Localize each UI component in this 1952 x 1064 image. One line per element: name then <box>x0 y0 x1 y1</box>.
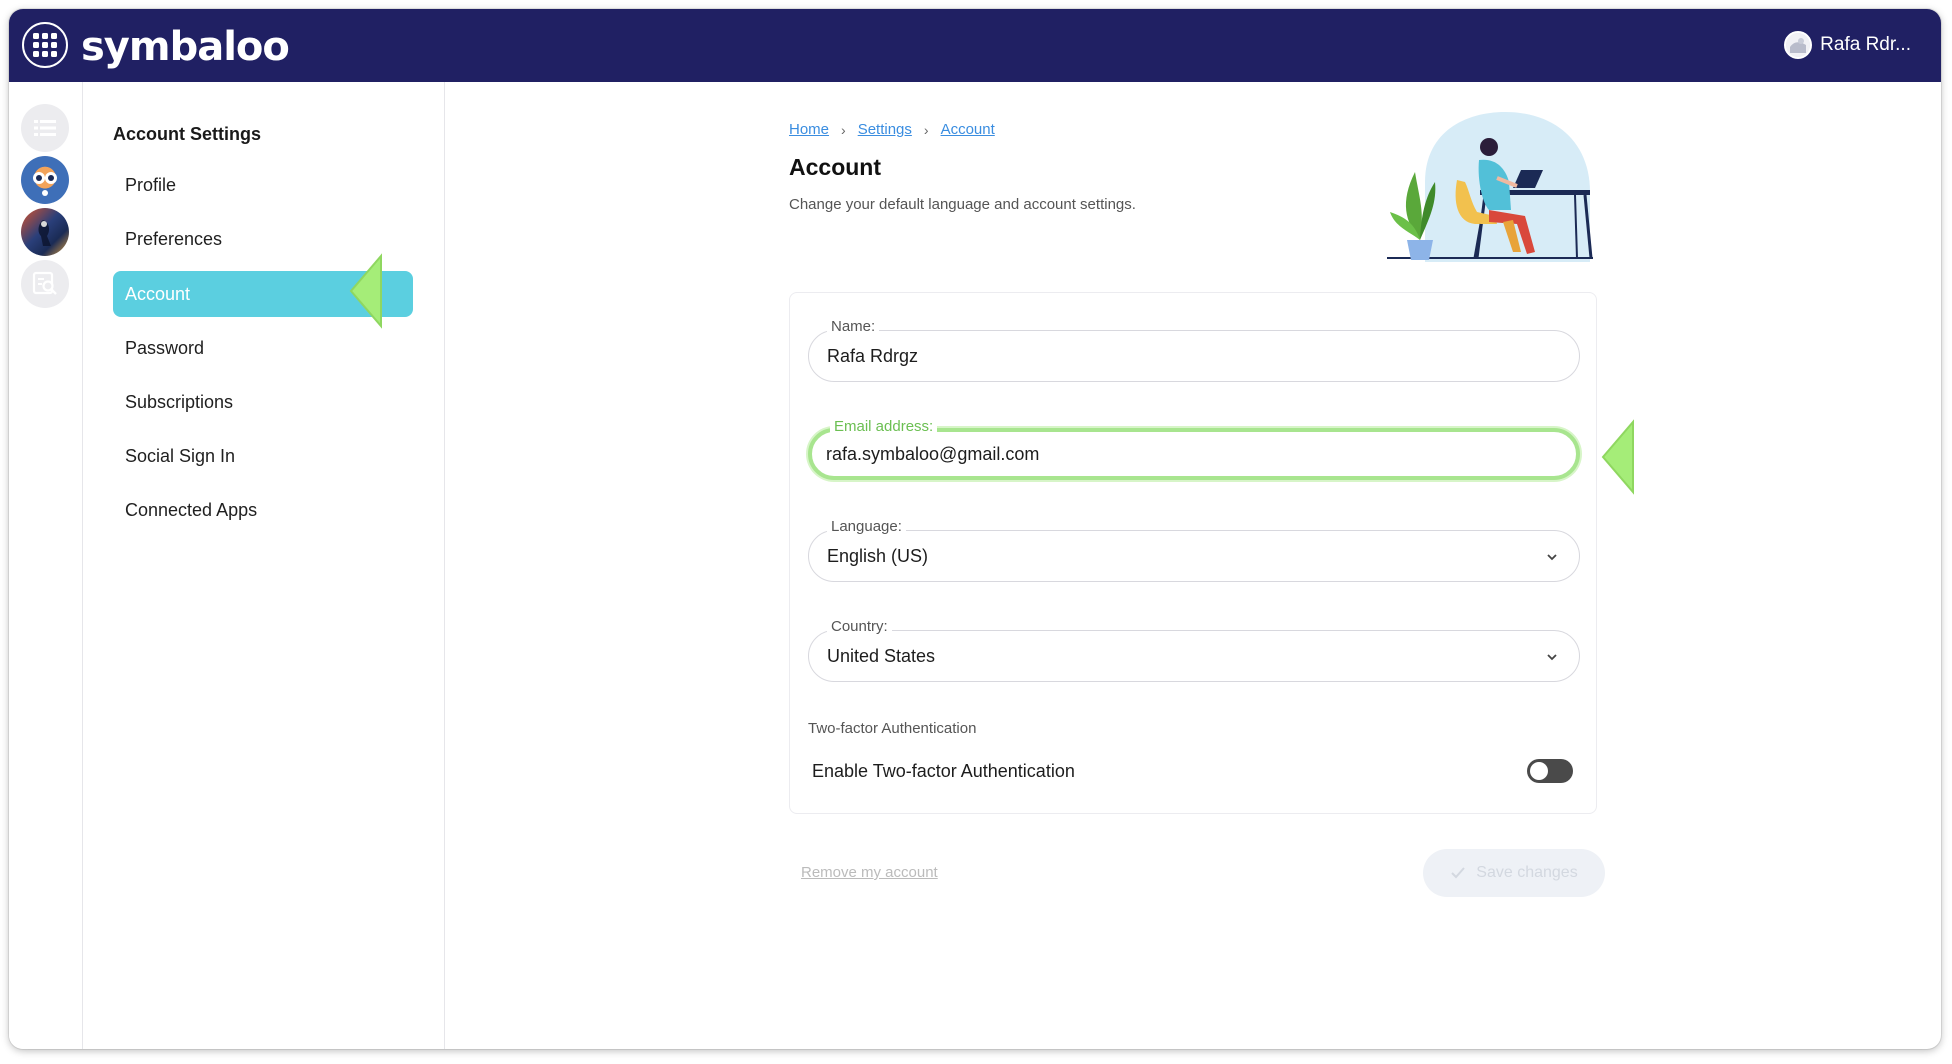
apps-grid-icon <box>33 33 57 57</box>
email-field[interactable]: Email address: rafa.symbaloo@gmail.com <box>808 418 1580 480</box>
list-view-button[interactable] <box>21 104 69 152</box>
breadcrumb: Home › Settings › Account <box>789 121 995 138</box>
avatar-icon <box>1786 33 1811 57</box>
person-at-desk-illustration <box>1387 112 1593 262</box>
top-bar: symbaloo Rafa Rdr... <box>9 9 1941 82</box>
two-factor-toggle[interactable] <box>1527 759 1573 783</box>
search-list-icon <box>32 271 57 295</box>
breadcrumb-settings[interactable]: Settings <box>858 121 912 138</box>
save-changes-button[interactable]: Save changes <box>1423 849 1605 897</box>
sidebar-item-password[interactable]: Password <box>113 325 413 371</box>
email-input[interactable]: rafa.symbaloo@gmail.com <box>826 432 1526 476</box>
country-value: United States <box>827 645 936 666</box>
breadcrumb-home[interactable]: Home <box>789 121 829 138</box>
sidebar-item-social-sign-in[interactable]: Social Sign In <box>113 433 413 479</box>
breadcrumb-account[interactable]: Account <box>941 121 995 138</box>
name-field[interactable]: Name: Rafa Rdrgz <box>808 318 1580 382</box>
brand-logo[interactable]: symbaloo <box>81 24 290 70</box>
two-factor-heading: Two-factor Authentication <box>808 720 977 737</box>
account-form-card: Name: Rafa Rdrgz Email address: rafa.sym… <box>789 292 1597 814</box>
remove-account-link[interactable]: Remove my account <box>801 864 938 881</box>
language-select[interactable]: Language: English (US) <box>808 518 1580 582</box>
page-subtitle: Change your default language and account… <box>789 196 1136 213</box>
owl-icon <box>33 172 57 196</box>
pointer-arrow-icon <box>1601 419 1634 495</box>
sidebar-item-subscriptions[interactable]: Subscriptions <box>113 379 413 425</box>
user-menu[interactable]: Rafa Rdr... <box>1784 31 1911 59</box>
sidebar-item-profile[interactable]: Profile <box>113 162 413 208</box>
apps-grid-button[interactable] <box>22 22 68 68</box>
sidebar-item-connected-apps[interactable]: Connected Apps <box>113 487 413 533</box>
search-webmix-button[interactable] <box>21 260 69 308</box>
webmix-owl-button[interactable] <box>21 156 69 204</box>
left-rail <box>9 82 83 1049</box>
chevron-right-icon: › <box>923 121 929 138</box>
name-input[interactable]: Rafa Rdrgz <box>827 331 1527 381</box>
app-window: symbaloo Rafa Rdr... Account Settings Pr… <box>9 9 1941 1049</box>
checkmark-icon <box>1451 867 1466 879</box>
toggle-knob <box>1530 762 1548 780</box>
user-name: Rafa Rdr... <box>1820 34 1911 55</box>
page-title: Account <box>789 154 881 180</box>
webmix-photo-button[interactable] <box>21 208 69 256</box>
chevron-down-icon <box>1547 554 1557 561</box>
list-icon <box>34 120 56 136</box>
chevron-right-icon: › <box>841 121 846 138</box>
save-changes-label: Save changes <box>1476 864 1578 881</box>
main-content: Home › Settings › Account Account Change… <box>445 82 1941 1049</box>
pointer-arrow-icon <box>349 253 382 329</box>
two-factor-label: Enable Two-factor Authentication <box>812 761 1075 781</box>
user-avatar <box>1784 31 1813 59</box>
settings-heading: Account Settings <box>113 124 262 144</box>
figure-icon <box>38 220 51 246</box>
chevron-down-icon <box>1547 654 1557 661</box>
language-value: English (US) <box>827 545 929 566</box>
country-select[interactable]: Country: United States <box>808 618 1580 682</box>
settings-sidebar: Account Settings Profile Preferences Acc… <box>83 82 445 1049</box>
